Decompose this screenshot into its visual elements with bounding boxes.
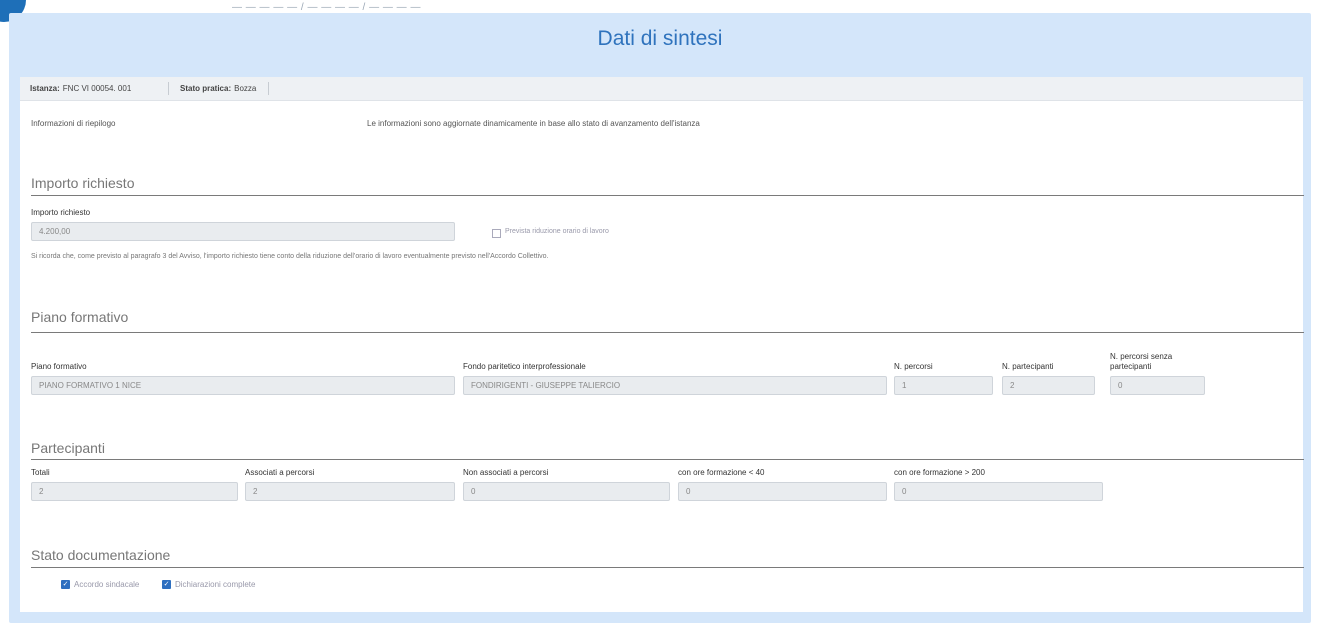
percorsi-field[interactable]: 1 <box>894 376 993 395</box>
section-divider <box>31 459 1304 460</box>
partecipanti-count-label: N. partecipanti <box>1002 362 1054 371</box>
info-divider <box>268 82 269 95</box>
fondo-label: Fondo paritetico interprofessionale <box>463 362 586 371</box>
senza-partecipanti-label: N. percorsi senza partecipanti <box>1110 352 1172 372</box>
percorsi-label: N. percorsi <box>894 362 933 371</box>
accordo-sindacale-label: Accordo sindacale <box>74 580 140 589</box>
istanza-label: Istanza: <box>30 84 60 93</box>
piano-label: Piano formativo <box>31 362 87 371</box>
section-title-partecipanti: Partecipanti <box>31 440 105 456</box>
riepilogo-label: Informazioni di riepilogo <box>31 119 116 128</box>
info-bar: Istanza: FNC VI 00054. 001 Stato pratica:… <box>20 77 1303 101</box>
summary-content: Istanza: FNC VI 00054. 001 Stato pratica:… <box>20 77 1304 612</box>
riepilogo-text: Le informazioni sono aggiornate dinamica… <box>367 119 700 128</box>
section-title-documentazione: Stato documentazione <box>31 547 171 563</box>
section-divider <box>31 567 1304 568</box>
stato-info: Stato pratica: Bozza <box>180 77 256 100</box>
breadcrumb: — — — — — / — — — — / — — — — <box>232 2 421 13</box>
dichiarazioni-checkbox[interactable]: ✓ <box>162 580 171 589</box>
senza-partecipanti-field[interactable]: 0 <box>1110 376 1205 395</box>
non-associati-field[interactable]: 0 <box>463 482 670 501</box>
stato-label: Stato pratica: <box>180 84 232 93</box>
istanza-value: FNC VI 00054. 001 <box>62 84 132 93</box>
importo-label: Importo richiesto <box>31 208 91 217</box>
riduzione-orario-label: Prevista riduzione orario di lavoro <box>505 228 609 235</box>
section-divider <box>31 195 1304 196</box>
totali-label: Totali <box>31 468 50 477</box>
partecipanti-count-field[interactable]: 2 <box>1002 376 1095 395</box>
istanza-info: Istanza: FNC VI 00054. 001 <box>30 77 131 100</box>
fondo-field[interactable]: FONDIRIGENTI - GIUSEPPE TALIERCIO <box>463 376 887 395</box>
section-title-piano: Piano formativo <box>31 309 129 325</box>
accordo-sindacale-checkbox[interactable]: ✓ <box>61 580 70 589</box>
section-divider <box>31 332 1304 333</box>
senza-label-line2: partecipanti <box>1110 362 1152 371</box>
summary-panel: Dati di sintesi Istanza: FNC VI 00054. 00… <box>9 13 1311 623</box>
ore-200-label: con ore formazione > 200 <box>894 468 985 477</box>
importo-note: Si ricorda che, come previsto al paragra… <box>31 253 549 260</box>
ore-40-label: con ore formazione < 40 <box>678 468 765 477</box>
ore-40-field[interactable]: 0 <box>678 482 887 501</box>
non-associati-label: Non associati a percorsi <box>463 468 549 477</box>
piano-field[interactable]: PIANO FORMATIVO 1 NICE <box>31 376 455 395</box>
section-title-importo: Importo richiesto <box>31 175 135 191</box>
stato-value: Bozza <box>234 84 257 93</box>
totali-field[interactable]: 2 <box>31 482 238 501</box>
associati-field[interactable]: 2 <box>245 482 455 501</box>
dichiarazioni-label: Dichiarazioni complete <box>175 580 256 589</box>
senza-label-line1: N. percorsi senza <box>1110 352 1173 361</box>
page-title: Dati di sintesi <box>597 27 723 50</box>
associati-label: Associati a percorsi <box>245 468 315 477</box>
riduzione-orario-checkbox[interactable] <box>492 229 501 238</box>
info-divider <box>168 82 169 95</box>
importo-field[interactable]: 4.200,00 <box>31 222 455 241</box>
ore-200-field[interactable]: 0 <box>894 482 1103 501</box>
